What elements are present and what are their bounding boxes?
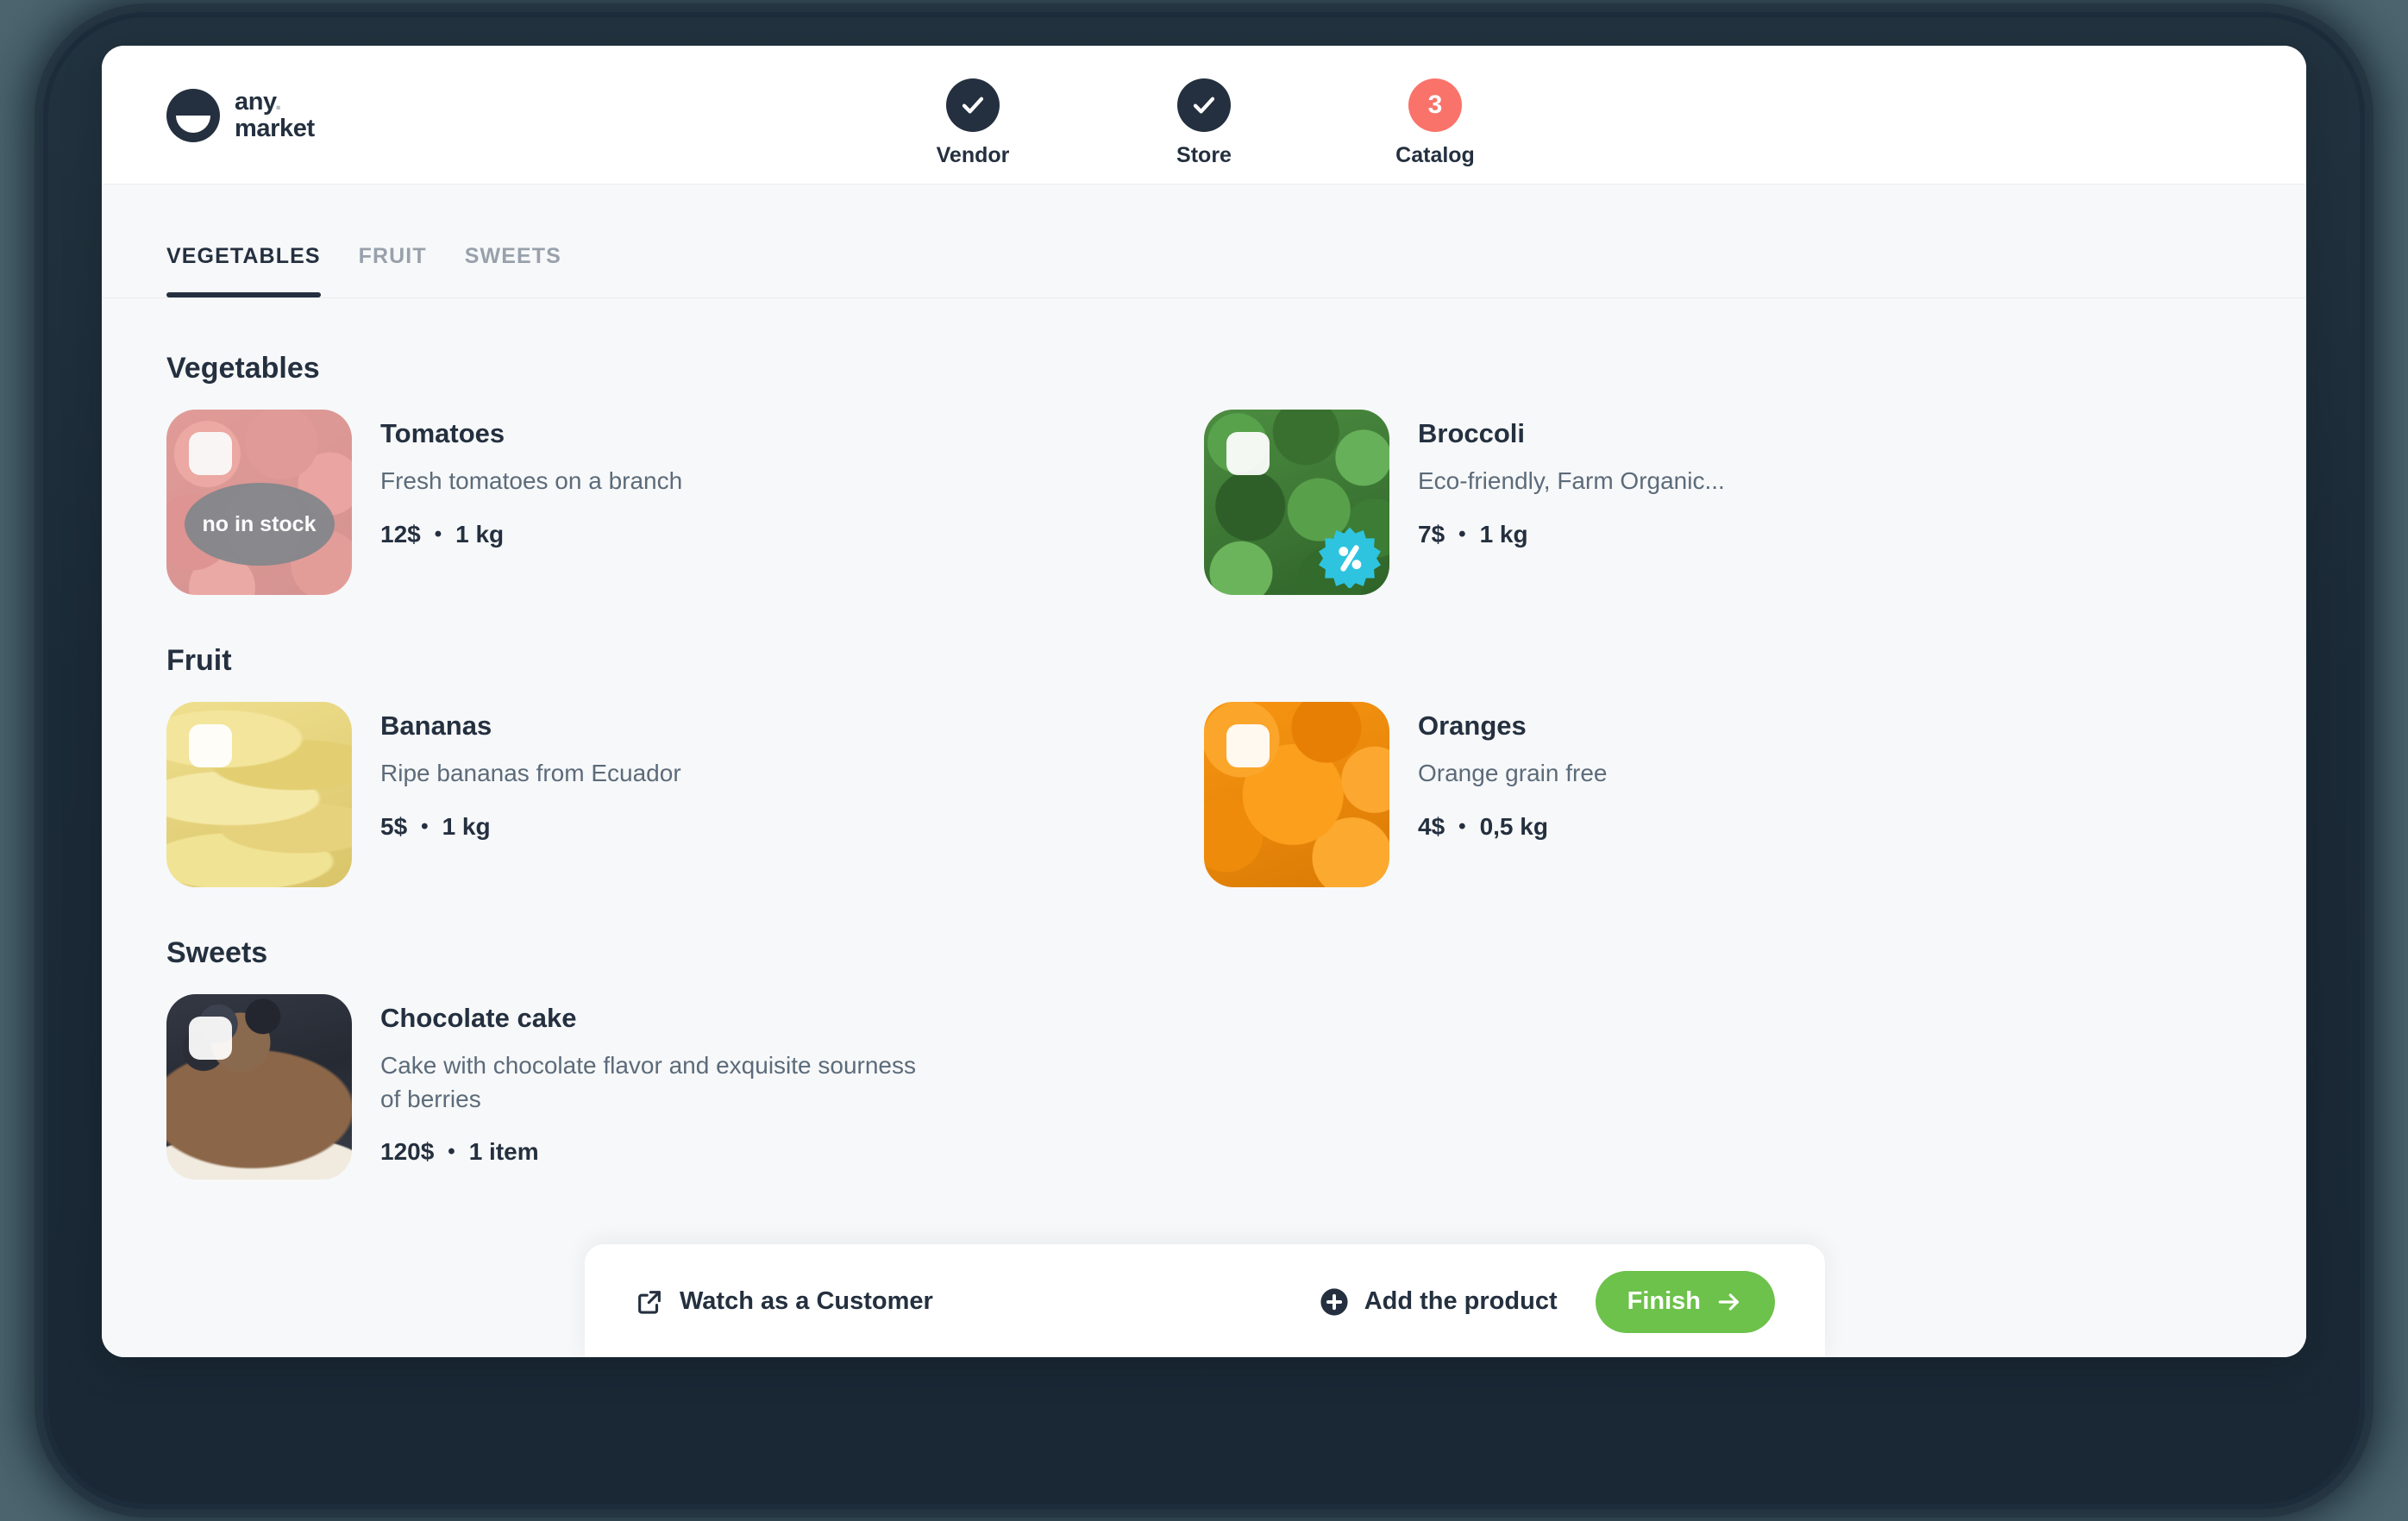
product-thumbnail[interactable] — [166, 994, 352, 1180]
product-description: Ripe bananas from Ecuador — [380, 760, 681, 786]
step-vendor[interactable]: Vendor — [904, 78, 1042, 168]
product-thumbnail[interactable] — [1204, 702, 1389, 887]
product-quantity: 1 item — [468, 1138, 539, 1166]
step-store-status-circle — [1177, 78, 1231, 132]
product-info: Tomatoes Fresh tomatoes on a branch 12$ … — [380, 410, 682, 548]
tab-fruit[interactable]: FRUIT — [340, 244, 446, 297]
section-title-sweets: Sweets — [166, 936, 268, 969]
product-name: Tomatoes — [380, 418, 505, 448]
product-price: 4$ — [1418, 812, 1445, 840]
product-info: Bananas Ripe bananas from Ecuador 5$ • 1… — [380, 702, 681, 841]
product-info: Chocolate cake Cake with chocolate flavo… — [380, 994, 932, 1166]
product-card-broccoli[interactable]: Broccoli Eco-friendly, Farm Organic... 7… — [1204, 410, 2242, 595]
product-thumbnail[interactable] — [166, 702, 352, 887]
product-quantity: 1 kg — [1479, 520, 1528, 548]
step-store-label: Store — [1176, 143, 1232, 167]
product-card-bananas[interactable]: Bananas Ripe bananas from Ecuador 5$ • 1… — [166, 702, 1204, 887]
product-select-checkbox[interactable] — [189, 432, 232, 475]
product-select-checkbox[interactable] — [1226, 432, 1270, 475]
product-info: Oranges Orange grain free 4$ • 0,5 kg — [1418, 702, 1607, 841]
app-header: any. market Vendor Store 3 Catalog — [102, 46, 2306, 185]
desktop-background: any. market Vendor Store 3 Catalog VEGET… — [0, 0, 2408, 1521]
meta-separator: • — [1458, 522, 1466, 546]
step-catalog[interactable]: 3 Catalog — [1366, 78, 1504, 168]
product-price: 120$ — [380, 1138, 435, 1166]
tab-vegetables[interactable]: VEGETABLES — [147, 244, 340, 297]
product-name: Bananas — [380, 710, 492, 741]
app-window: any. market Vendor Store 3 Catalog VEGET… — [102, 46, 2306, 1357]
product-meta: 12$ • 1 kg — [380, 521, 682, 548]
step-vendor-label: Vendor — [936, 143, 1010, 167]
finish-button[interactable]: Finish — [1595, 1270, 1775, 1333]
section-title-vegetables: Vegetables — [166, 352, 320, 385]
product-select-checkbox[interactable] — [189, 1017, 232, 1060]
meta-separator: • — [421, 814, 429, 838]
product-price: 7$ — [1418, 520, 1445, 548]
product-select-checkbox[interactable] — [189, 724, 232, 767]
product-select-checkbox[interactable] — [1226, 724, 1270, 767]
product-description: Orange grain free — [1418, 760, 1608, 786]
product-quantity: 1 kg — [455, 520, 505, 548]
product-description: Fresh tomatoes on a branch — [380, 467, 683, 494]
product-card-oranges[interactable]: Oranges Orange grain free 4$ • 0,5 kg — [1204, 702, 2242, 887]
tab-sweets[interactable]: SWEETS — [446, 244, 580, 297]
product-meta: 4$ • 0,5 kg — [1418, 813, 1607, 841]
product-meta: 5$ • 1 kg — [380, 813, 681, 841]
product-meta: 120$ • 1 item — [380, 1138, 932, 1166]
finish-button-label: Finish — [1627, 1287, 1701, 1315]
product-info: Broccoli Eco-friendly, Farm Organic... 7… — [1418, 410, 1725, 548]
product-price: 5$ — [380, 812, 408, 840]
catalog-body: Vegetables no in stock Tomatoes Fresh to… — [102, 298, 2306, 1357]
product-card-tomatoes[interactable]: no in stock Tomatoes Fresh tomatoes on a… — [166, 410, 1204, 595]
meta-separator: • — [1458, 814, 1466, 838]
product-name: Broccoli — [1418, 418, 1526, 448]
check-icon — [1190, 91, 1218, 119]
progress-steps: Vendor Store 3 Catalog — [102, 78, 2306, 168]
arrow-right-icon — [1715, 1288, 1743, 1316]
product-name: Oranges — [1418, 710, 1527, 741]
step-store[interactable]: Store — [1135, 78, 1273, 168]
step-vendor-status-circle — [946, 78, 1000, 132]
product-grid-fruit: Bananas Ripe bananas from Ecuador 5$ • 1… — [166, 702, 2242, 887]
stock-status-badge: no in stock — [184, 483, 335, 566]
step-catalog-badge: 3 — [1408, 78, 1462, 132]
product-price: 12$ — [380, 520, 421, 548]
product-card-chocolate-cake[interactable]: Chocolate cake Cake with chocolate flavo… — [166, 994, 1204, 1180]
product-quantity: 1 kg — [442, 812, 491, 840]
product-name: Chocolate cake — [380, 1003, 577, 1033]
meta-separator: • — [434, 522, 442, 546]
check-icon — [959, 91, 987, 119]
product-grid-vegetables: no in stock Tomatoes Fresh tomatoes on a… — [166, 410, 2242, 595]
bottom-action-bar: Watch as a Customer Add the product Fini… — [585, 1244, 1825, 1357]
meta-separator: • — [448, 1140, 455, 1164]
step-catalog-label: Catalog — [1395, 143, 1475, 167]
section-title-fruit: Fruit — [166, 644, 232, 677]
category-tabs: VEGETABLES FRUIT SWEETS — [102, 185, 2306, 298]
product-meta: 7$ • 1 kg — [1418, 521, 1725, 548]
product-thumbnail[interactable]: no in stock — [166, 410, 352, 595]
watch-as-customer-label: Watch as a Customer — [680, 1287, 933, 1315]
plus-circle-icon — [1320, 1287, 1349, 1317]
discount-percent-badge-icon — [1319, 526, 1381, 588]
add-product-button[interactable]: Add the product — [1320, 1287, 1558, 1317]
product-quantity: 0,5 kg — [1479, 812, 1548, 840]
add-product-label: Add the product — [1364, 1287, 1558, 1315]
watch-as-customer-button[interactable]: Watch as a Customer — [635, 1287, 933, 1317]
product-description: Cake with chocolate flavor and exquisite… — [380, 1052, 917, 1112]
product-grid-sweets: Chocolate cake Cake with chocolate flavo… — [166, 994, 2242, 1180]
product-description: Eco-friendly, Farm Organic... — [1418, 467, 1725, 494]
product-thumbnail[interactable] — [1204, 410, 1389, 595]
external-link-icon — [635, 1287, 664, 1317]
